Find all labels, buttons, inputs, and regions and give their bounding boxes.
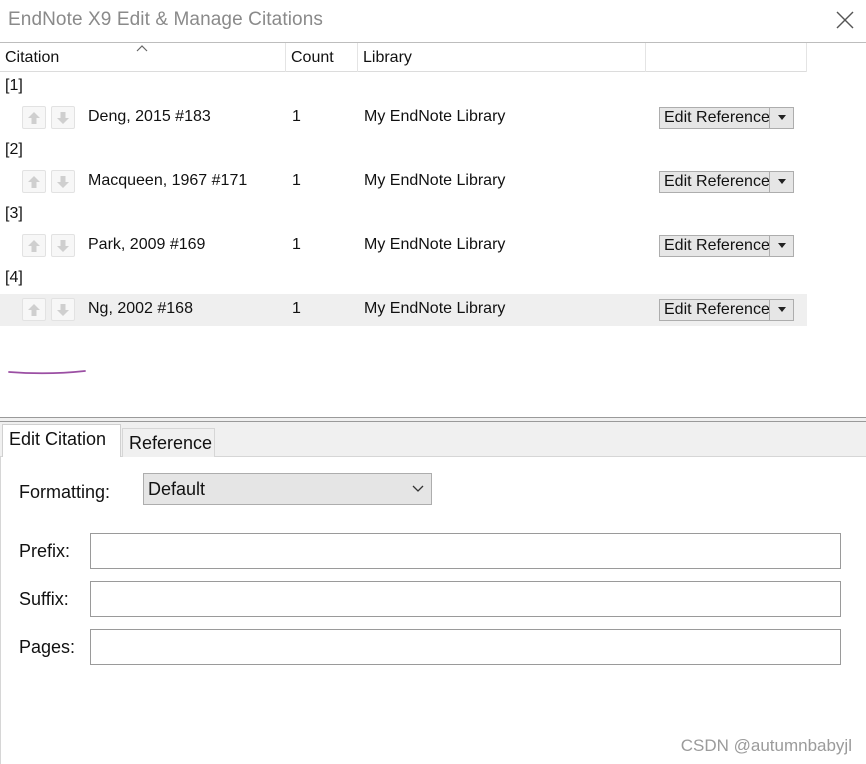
arrow-down-icon bbox=[57, 175, 69, 188]
citation-group-label: [4] bbox=[5, 269, 23, 286]
move-down-button[interactable] bbox=[51, 170, 75, 193]
citation-group-label: [3] bbox=[5, 205, 23, 222]
column-header-actions bbox=[646, 43, 807, 72]
sort-ascending-icon bbox=[136, 45, 148, 52]
tab-bar: Edit Citation Reference bbox=[0, 422, 866, 458]
arrow-up-icon bbox=[28, 175, 40, 188]
citation-text: Macqueen, 1967 #171 bbox=[88, 172, 248, 189]
close-button[interactable] bbox=[834, 8, 856, 32]
citation-text: Park, 2009 #169 bbox=[88, 236, 206, 253]
edit-reference-dropdown[interactable] bbox=[770, 172, 793, 192]
edit-reference-button[interactable]: Edit Reference bbox=[659, 107, 794, 129]
formatting-select[interactable]: Default bbox=[143, 473, 432, 505]
citation-library: My EndNote Library bbox=[364, 236, 506, 253]
citation-count: 1 bbox=[292, 236, 301, 253]
formatting-value: Default bbox=[148, 479, 206, 499]
move-down-button[interactable] bbox=[51, 234, 75, 257]
triangle-down-icon bbox=[777, 243, 786, 248]
citation-row[interactable]: Macqueen, 1967 #171 1 My EndNote Library… bbox=[0, 166, 807, 198]
arrow-up-icon bbox=[28, 239, 40, 252]
pages-label: Pages: bbox=[19, 637, 76, 657]
pages-input[interactable] bbox=[90, 629, 841, 665]
citation-row[interactable]: Deng, 2015 #183 1 My EndNote Library Edi… bbox=[0, 102, 807, 134]
arrow-down-icon bbox=[57, 239, 69, 252]
citation-count: 1 bbox=[292, 172, 301, 189]
citation-text: Ng, 2002 #168 bbox=[88, 300, 193, 317]
move-down-button[interactable] bbox=[51, 298, 75, 321]
suffix-input[interactable] bbox=[90, 581, 841, 617]
close-icon bbox=[836, 11, 854, 29]
tab-reference[interactable]: Reference bbox=[122, 428, 215, 457]
column-header-library[interactable]: Library bbox=[358, 43, 646, 72]
edit-reference-label[interactable]: Edit Reference bbox=[660, 108, 771, 128]
edit-reference-label[interactable]: Edit Reference bbox=[660, 172, 771, 192]
watermark-text: CSDN @autumnbabyjl bbox=[680, 736, 852, 755]
arrow-up-icon bbox=[28, 303, 40, 316]
move-up-button[interactable] bbox=[22, 170, 46, 193]
prefix-label: Prefix: bbox=[19, 541, 71, 561]
triangle-down-icon bbox=[777, 307, 786, 312]
edit-reference-button[interactable]: Edit Reference bbox=[659, 171, 794, 193]
arrow-down-icon bbox=[57, 111, 69, 124]
edit-reference-button[interactable]: Edit Reference bbox=[659, 235, 794, 257]
title-bar: EndNote X9 Edit & Manage Citations bbox=[0, 0, 866, 43]
citation-library: My EndNote Library bbox=[364, 300, 506, 317]
edit-reference-label[interactable]: Edit Reference bbox=[660, 236, 771, 256]
citation-row[interactable]: Park, 2009 #169 1 My EndNote Library Edi… bbox=[0, 230, 807, 262]
citation-library: My EndNote Library bbox=[364, 172, 506, 189]
formatting-label: Formatting: bbox=[19, 482, 111, 502]
citation-row-selected[interactable]: Ng, 2002 #168 1 My EndNote Library Edit … bbox=[0, 294, 807, 326]
citation-list: Citation Count Library [1] Deng, 2015 #1… bbox=[0, 43, 866, 417]
triangle-down-icon bbox=[777, 179, 786, 184]
arrow-up-icon bbox=[28, 111, 40, 124]
tab-edit-citation[interactable]: Edit Citation bbox=[2, 424, 121, 458]
edit-reference-label[interactable]: Edit Reference bbox=[660, 300, 771, 320]
edit-reference-dropdown[interactable] bbox=[770, 108, 793, 128]
edit-reference-button[interactable]: Edit Reference bbox=[659, 299, 794, 321]
column-header-count[interactable]: Count bbox=[286, 43, 358, 72]
move-up-button[interactable] bbox=[22, 106, 46, 129]
citation-library: My EndNote Library bbox=[364, 108, 506, 125]
list-header: Citation Count Library bbox=[0, 43, 807, 72]
citation-group-label: [2] bbox=[5, 141, 23, 158]
edit-citation-pane: Formatting: Default Prefix: Suffix: Page… bbox=[0, 457, 866, 764]
chevron-down-icon bbox=[412, 485, 424, 492]
edit-reference-dropdown[interactable] bbox=[770, 300, 793, 320]
ink-underline-annotation bbox=[8, 370, 86, 375]
citation-count: 1 bbox=[292, 108, 301, 125]
window-title: EndNote X9 Edit & Manage Citations bbox=[8, 9, 323, 30]
citation-group-label: [1] bbox=[5, 77, 23, 94]
move-down-button[interactable] bbox=[51, 106, 75, 129]
citation-text: Deng, 2015 #183 bbox=[88, 108, 211, 125]
triangle-down-icon bbox=[777, 115, 786, 120]
move-up-button[interactable] bbox=[22, 234, 46, 257]
edit-reference-dropdown[interactable] bbox=[770, 236, 793, 256]
citation-count: 1 bbox=[292, 300, 301, 317]
arrow-down-icon bbox=[57, 303, 69, 316]
move-up-button[interactable] bbox=[22, 298, 46, 321]
suffix-label: Suffix: bbox=[19, 589, 69, 609]
prefix-input[interactable] bbox=[90, 533, 841, 569]
